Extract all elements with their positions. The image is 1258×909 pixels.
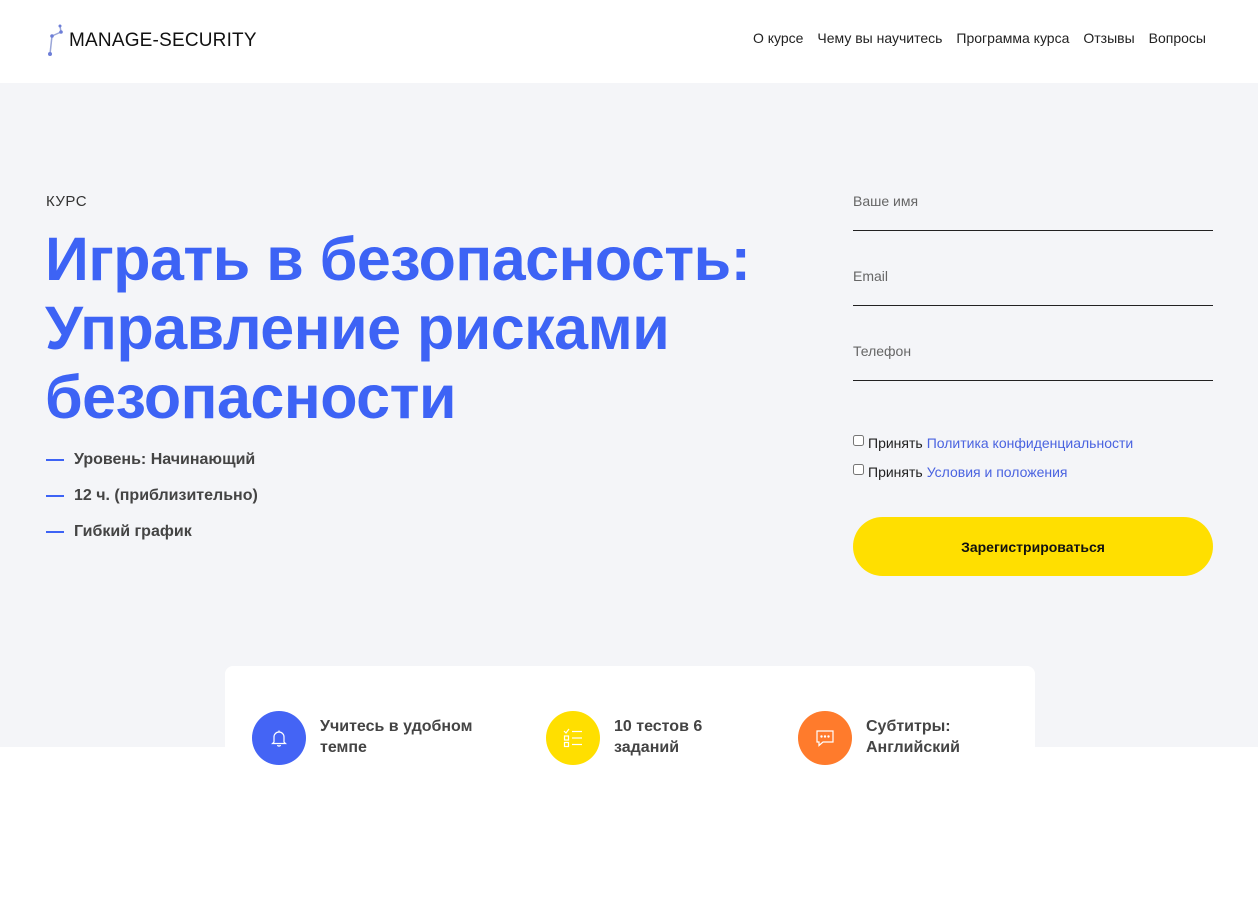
dash-marker xyxy=(46,459,64,461)
title-line-1: Играть в безопасность: xyxy=(45,225,751,293)
logo[interactable]: MANAGE-SECURITY xyxy=(46,24,257,58)
info-line: темпе xyxy=(320,739,367,756)
feature-duration: 12 ч. (приблизительно) xyxy=(46,478,258,514)
info-line: Английский xyxy=(866,739,960,756)
feature-schedule: Гибкий график xyxy=(46,514,258,550)
nav-questions[interactable]: Вопросы xyxy=(1149,30,1206,46)
terms-link[interactable]: Условия и положения xyxy=(927,464,1068,480)
name-field-wrapper xyxy=(853,185,1213,260)
register-button[interactable]: Зарегистрироваться xyxy=(853,517,1213,576)
info-line: Учитесь в удобном xyxy=(320,718,473,735)
feature-text: Уровень: Начинающий xyxy=(74,451,256,468)
nav-about[interactable]: О курсе xyxy=(753,30,803,46)
name-field[interactable] xyxy=(853,185,1213,231)
privacy-prefix: Принять xyxy=(868,434,923,451)
info-line: Субтитры: xyxy=(866,718,951,735)
dash-marker xyxy=(46,495,64,497)
info-text: Субтитры: Английский xyxy=(866,716,960,758)
privacy-checkbox[interactable] xyxy=(853,435,864,446)
info-text: 10 тестов 6 заданий xyxy=(614,716,702,758)
privacy-consent: Принять Политика конфиденциальности xyxy=(853,428,1213,457)
info-line: заданий xyxy=(614,739,680,756)
phone-field[interactable] xyxy=(853,335,1213,381)
nav-what-you-learn[interactable]: Чему вы научитесь xyxy=(817,30,942,46)
info-item-tests: 10 тестов 6 заданий xyxy=(546,711,702,765)
terms-consent: Принять Условия и положения xyxy=(853,457,1213,486)
feature-text: Гибкий график xyxy=(74,523,192,540)
course-features: Уровень: Начинающий 12 ч. (приблизительн… xyxy=(46,442,258,550)
main-nav: О курсе Чему вы научитесь Программа курс… xyxy=(753,30,1206,46)
course-eyebrow: КУРС xyxy=(46,193,88,210)
info-text: Учитесь в удобном темпе xyxy=(320,716,472,758)
terms-prefix: Принять xyxy=(868,463,923,480)
title-line-3: безопасности xyxy=(45,363,456,431)
feature-text: 12 ч. (приблизительно) xyxy=(74,487,258,504)
email-field-wrapper xyxy=(853,260,1213,335)
logo-text: MANAGE-SECURITY xyxy=(69,30,257,51)
nav-reviews[interactable]: Отзывы xyxy=(1083,30,1134,46)
feature-level: Уровень: Начинающий xyxy=(46,442,258,478)
bell-icon xyxy=(252,711,306,765)
consent-checks: Принять Политика конфиденциальности Прин… xyxy=(853,428,1213,486)
registration-form: Принять Политика конфиденциальности Прин… xyxy=(853,185,1213,486)
site-header: MANAGE-SECURITY О курсе Чему вы научитес… xyxy=(0,0,1258,83)
info-item-pace: Учитесь в удобном темпе xyxy=(252,711,472,765)
privacy-policy-link[interactable]: Политика конфиденциальности xyxy=(927,435,1134,451)
course-title: Играть в безопасность: Управление рискам… xyxy=(45,225,765,432)
info-line: 10 тестов 6 xyxy=(614,718,703,735)
dash-marker xyxy=(46,531,64,533)
info-item-subtitles: Субтитры: Английский xyxy=(798,711,960,765)
chat-icon xyxy=(798,711,852,765)
course-info-card: Учитесь в удобном темпе 10 тестов 6 зада… xyxy=(225,666,1035,765)
nav-program[interactable]: Программа курса xyxy=(956,30,1069,46)
phone-field-wrapper xyxy=(853,335,1213,410)
logo-icon xyxy=(48,24,63,56)
email-field[interactable] xyxy=(853,260,1213,306)
title-line-2: Управление рисками xyxy=(45,294,670,362)
checklist-icon xyxy=(546,711,600,765)
terms-checkbox[interactable] xyxy=(853,464,864,475)
